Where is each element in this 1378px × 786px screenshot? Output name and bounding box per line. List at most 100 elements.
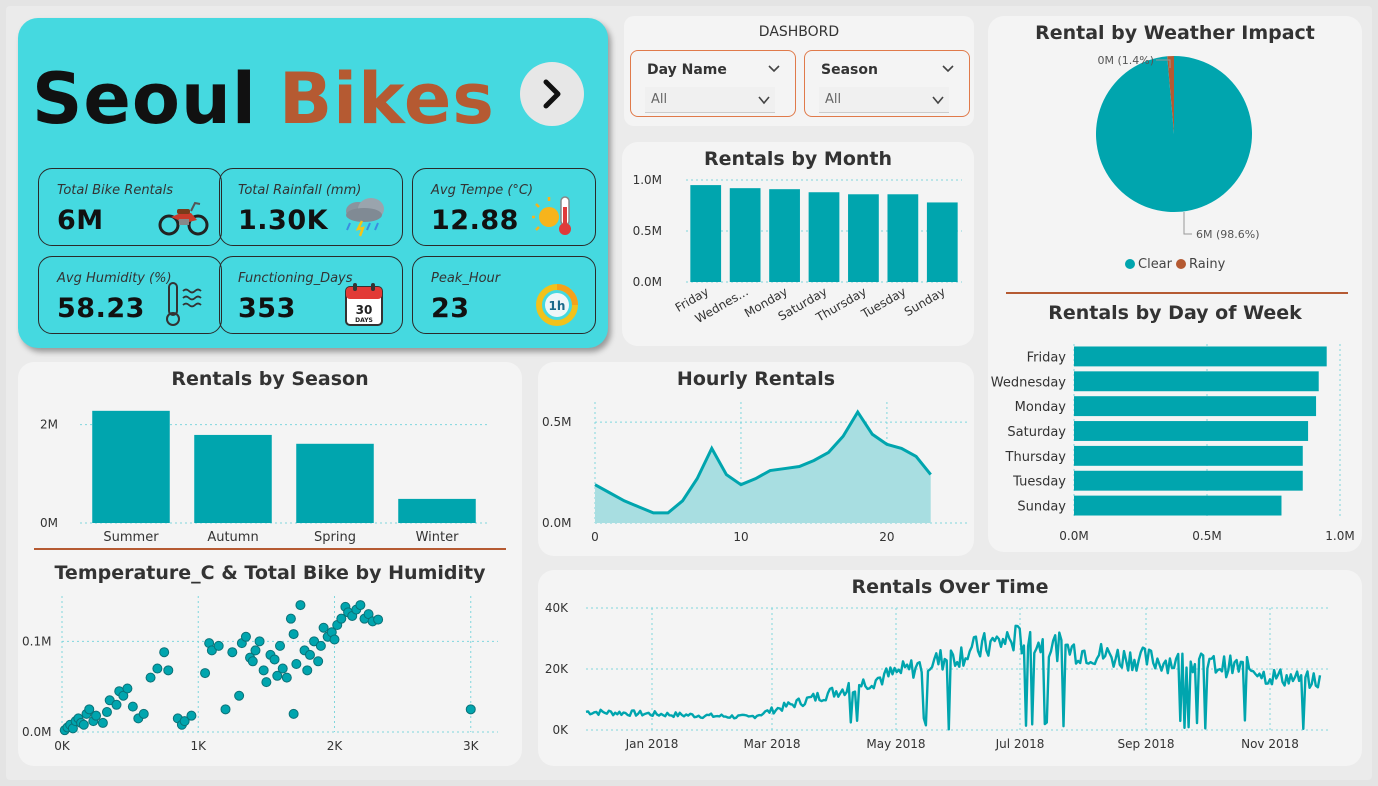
scatter-point <box>277 663 288 674</box>
x-tick-label: 0K <box>54 739 71 753</box>
y-tick-label: Tuesday <box>1012 475 1066 490</box>
scatter-point <box>254 636 265 647</box>
bar <box>769 189 800 282</box>
rentals-over-time-card: Rentals Over Time 0K 20K 40K Jan 2018 Mar 20… <box>538 570 1362 766</box>
scatter-point <box>285 613 296 624</box>
kpi-value: 1.30K <box>238 205 329 236</box>
y-tick-label: Monday <box>1015 400 1067 415</box>
title-word-bikes: Bikes <box>278 58 495 140</box>
series-line <box>585 624 1322 731</box>
rentals-by-month-card: Rentals by Month 0.0M 0.5M 1.0M Friday Wedne… <box>622 142 974 346</box>
scatter-point <box>163 665 174 676</box>
y-tick-label: 40K <box>545 601 569 615</box>
svg-text:1h: 1h <box>549 299 566 313</box>
chevron-down-icon[interactable] <box>941 63 955 73</box>
kpi-peak-hour: Peak_Hour 23 1h <box>412 256 596 334</box>
bar <box>1074 445 1303 466</box>
slicer-selected-value: All <box>651 92 668 107</box>
y-tick-label: 20K <box>545 662 569 676</box>
scatter-point <box>315 640 326 651</box>
scatter-point <box>291 659 302 669</box>
kpi-total-rentals: Total Bike Rentals 6M <box>38 168 222 246</box>
scatter-point <box>227 647 238 658</box>
day-name-dropdown[interactable]: All <box>645 87 775 113</box>
season-dropdown[interactable]: All <box>819 87 949 113</box>
day-name-slicer[interactable]: Day Name All <box>630 50 796 117</box>
thermometer-sun-icon <box>532 196 571 235</box>
season-slicer[interactable]: Season All <box>804 50 970 117</box>
scatter-point <box>186 710 197 721</box>
x-tick-label: 1K <box>190 739 207 753</box>
bar <box>729 188 761 282</box>
scatter-point <box>234 690 245 701</box>
scatter-point <box>213 640 224 651</box>
bar <box>1074 470 1303 491</box>
scatter-point <box>373 614 384 625</box>
y-tick-label: 0K <box>552 723 569 737</box>
y-tick-label: 1.0M <box>633 173 662 187</box>
humidity-scatter-chart: 0.0M 0.1M 0K 1K 2K 3K <box>22 596 498 753</box>
scatter-point <box>127 701 138 712</box>
kpi-value: 6M <box>57 205 104 236</box>
slicer-panel: DASHBORD Day Name All Season All <box>624 16 974 126</box>
scatter-point <box>145 672 156 683</box>
kpi-avg-humidity: Avg Humidity (%) 58.23 <box>38 256 222 334</box>
scatter-point <box>304 649 315 660</box>
x-tick-label: Jan 2018 <box>625 737 679 751</box>
y-tick-label: Wednesday <box>991 375 1067 390</box>
scatter-point <box>288 708 299 719</box>
bar <box>1074 421 1309 441</box>
bar <box>926 202 958 282</box>
kpi-label: Avg Tempe (°C) <box>431 183 534 198</box>
scatter-point <box>101 707 112 718</box>
weather-and-weekday-card: Rental by Weather Impact 0M (1.4%) 6M (98… <box>988 16 1362 552</box>
x-tick-label: 20 <box>879 530 894 544</box>
bar <box>848 194 879 282</box>
kpi-label: Avg Humidity (%) <box>57 271 172 286</box>
kpi-value: 23 <box>431 293 470 324</box>
chevron-right-icon <box>543 79 561 109</box>
chevron-down-icon <box>758 96 770 105</box>
slicer-panel-title: DASHBORD <box>758 24 840 40</box>
storm-cloud-icon <box>346 198 384 237</box>
slicer-label: Day Name <box>647 62 727 78</box>
kpi-label: Functioning_Days <box>238 271 353 286</box>
x-tick-label: 0.0M <box>1059 529 1088 543</box>
svg-text:30: 30 <box>356 303 373 317</box>
scatter-point <box>261 677 272 688</box>
kpi-label: Total Bike Rentals <box>57 183 174 198</box>
scatter-point <box>269 654 280 665</box>
hero-panel: Seoul Bikes Total Bike Rentals 6M Total R… <box>18 18 608 348</box>
x-tick-label: 0.5M <box>1192 529 1221 543</box>
svg-text:DAYS: DAYS <box>355 317 373 324</box>
y-tick-label: Saturday <box>1007 425 1066 440</box>
motorcycle-icon <box>158 201 209 236</box>
scatter-point <box>220 704 231 715</box>
scatter-point <box>258 665 269 676</box>
title-word-seoul: Seoul <box>32 58 257 140</box>
next-page-button[interactable] <box>520 62 584 126</box>
kpi-functioning-days: Functioning_Days 353 30 DAYS <box>219 256 403 334</box>
scatter-point <box>97 717 108 728</box>
kpi-value: 12.88 <box>431 205 519 236</box>
x-tick-label: Nov 2018 <box>1241 737 1299 751</box>
hour-clock-icon: 1h <box>536 284 578 326</box>
y-tick-label: 0.5M <box>633 224 662 238</box>
y-tick-label: 0.5M <box>542 415 571 429</box>
scatter-point <box>281 672 292 683</box>
area-fill <box>595 412 931 523</box>
scatter-point <box>152 663 163 674</box>
slicer-label: Season <box>821 62 878 78</box>
x-tick-label: May 2018 <box>866 737 925 751</box>
chevron-down-icon[interactable] <box>767 63 781 73</box>
scatter-point <box>313 656 324 667</box>
hourly-rentals-card: Hourly Rentals 0.0M 0.5M 0 10 20 <box>538 362 974 556</box>
scatter-point <box>91 710 102 721</box>
rentals-by-day-of-week-chart: 0.0M 0.5M 1.0M Friday Wednesday Monday Saturda… <box>991 344 1355 543</box>
kpi-label: Peak_Hour <box>431 271 501 286</box>
y-tick-label: 0.0M <box>22 725 51 739</box>
x-tick-label: Sep 2018 <box>1118 737 1175 751</box>
x-tick-label: Jul 2018 <box>995 737 1045 751</box>
y-tick-label: 0.1M <box>22 634 51 648</box>
x-tick-label: 3K <box>463 739 480 753</box>
